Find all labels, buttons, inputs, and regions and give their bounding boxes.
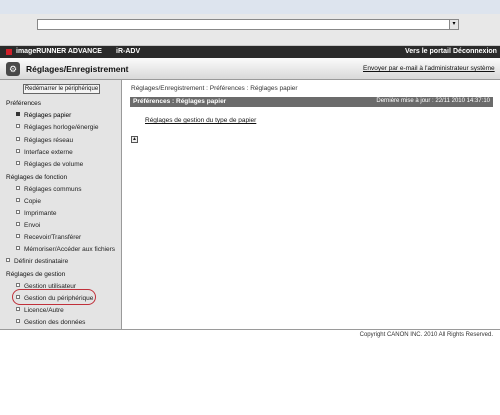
highlight-annotation xyxy=(12,289,96,305)
sidebar-item-send[interactable]: Envoi xyxy=(16,222,40,229)
checkbox-icon xyxy=(16,210,20,214)
sidebar-section-management: Réglages de gestion xyxy=(6,271,66,278)
sidebar-item-label: Définir destinataire xyxy=(14,258,69,265)
last-update-label: Dernière mise à jour : 22/11 2010 14:37:… xyxy=(376,98,490,104)
sidebar-item-label: Copie xyxy=(24,198,41,205)
checkbox-icon xyxy=(6,258,10,262)
panel-title: Préférences : Réglages papier xyxy=(133,98,227,105)
main-content: Réglages/Enregistrement : Préférences : … xyxy=(123,80,500,329)
sidebar-item-common-settings[interactable]: Réglages communs xyxy=(16,186,81,193)
checkbox-icon xyxy=(16,198,20,202)
brand-bar: imageRUNNER ADVANCE iR-ADV Vers le porta… xyxy=(0,46,500,58)
sidebar-item-label: Imprimante xyxy=(24,210,57,217)
model-name: iR-ADV xyxy=(116,48,141,55)
sidebar-item-label: Réglages horloge/énergie xyxy=(24,124,99,131)
sidebar-item-label: Gestion des données xyxy=(24,319,86,326)
sidebar-item-label: Réglages de volume xyxy=(24,161,84,168)
brand-name: imageRUNNER ADVANCE xyxy=(16,48,102,55)
sidebar-item-data-management[interactable]: Gestion des données xyxy=(16,319,85,326)
address-dropdown-button[interactable]: ▾ xyxy=(449,19,459,30)
email-admin-link[interactable]: Envoyer par e-mail à l'administrateur sy… xyxy=(363,65,495,72)
sidebar-item-printer[interactable]: Imprimante xyxy=(16,210,57,217)
sidebar-item-label: Interface externe xyxy=(24,149,73,156)
sidebar-item-copy[interactable]: Copie xyxy=(16,198,41,205)
settings-icon: ⚙ xyxy=(6,62,20,76)
logout-link[interactable]: Déconnexion xyxy=(453,48,497,55)
checkbox-icon xyxy=(16,124,20,128)
footer-divider xyxy=(0,329,500,330)
sidebar-item-label: Réglages réseau xyxy=(24,137,74,144)
restart-device-button[interactable]: Redémarrer le périphérique xyxy=(23,84,100,94)
sidebar-item-license-other[interactable]: Licence/Autre xyxy=(16,307,64,314)
sidebar-section-preferences: Préférences xyxy=(6,100,42,107)
checkbox-icon xyxy=(16,246,20,250)
sidebar-item-network[interactable]: Réglages réseau xyxy=(16,137,73,144)
title-bar: ⚙ Réglages/Enregistrement Envoyer par e-… xyxy=(0,58,500,80)
sidebar-item-external-interface[interactable]: Interface externe xyxy=(16,149,73,156)
checkbox-icon xyxy=(16,283,20,287)
page-title: Réglages/Enregistrement xyxy=(26,64,129,74)
checkbox-icon xyxy=(16,137,20,141)
portal-link[interactable]: Vers le portail xyxy=(405,48,451,55)
sidebar-item-paper-settings[interactable]: Réglages papier xyxy=(16,112,71,119)
sidebar-item-label: Licence/Autre xyxy=(24,307,64,314)
checkbox-icon xyxy=(16,319,20,323)
sidebar-item-clock-energy[interactable]: Réglages horloge/énergie xyxy=(16,124,98,131)
panel-header: Préférences : Réglages papier Dernière m… xyxy=(130,97,493,107)
paper-type-settings-link[interactable]: Réglages de gestion du type de papier xyxy=(145,117,256,124)
canon-logo-icon xyxy=(6,49,12,55)
checkbox-icon xyxy=(16,161,20,165)
breadcrumb: Réglages/Enregistrement : Préférences : … xyxy=(131,85,298,92)
sidebar-item-label: Recevoir/Transférer xyxy=(24,234,82,241)
browser-titlebar xyxy=(0,0,500,14)
sidebar-item-store-access-files[interactable]: Mémoriser/Accéder aux fichiers xyxy=(16,246,115,253)
sidebar-item-volume[interactable]: Réglages de volume xyxy=(16,161,83,168)
sidebar-item-label: Mémoriser/Accéder aux fichiers xyxy=(24,246,116,253)
scroll-top-icon[interactable]: ▲ xyxy=(131,136,138,143)
checkbox-icon xyxy=(16,234,20,238)
address-bar[interactable] xyxy=(37,19,457,30)
checkbox-icon xyxy=(16,112,20,116)
copyright-text: Copyright CANON INC. 2010 All Rights Res… xyxy=(359,332,493,338)
sidebar-item-receive-forward[interactable]: Recevoir/Transférer xyxy=(16,234,81,241)
checkbox-icon xyxy=(16,307,20,311)
checkbox-icon xyxy=(16,222,20,226)
sidebar-item-set-destination[interactable]: Définir destinataire xyxy=(6,258,68,265)
checkbox-icon xyxy=(16,186,20,190)
sidebar-item-label: Envoi xyxy=(24,222,41,229)
sidebar: Redémarrer le périphérique Préférences R… xyxy=(0,80,122,329)
sidebar-item-label: Réglages communs xyxy=(24,186,82,193)
sidebar-section-function: Réglages de fonction xyxy=(6,174,68,181)
sidebar-item-label: Réglages papier xyxy=(24,112,72,119)
checkbox-icon xyxy=(16,149,20,153)
